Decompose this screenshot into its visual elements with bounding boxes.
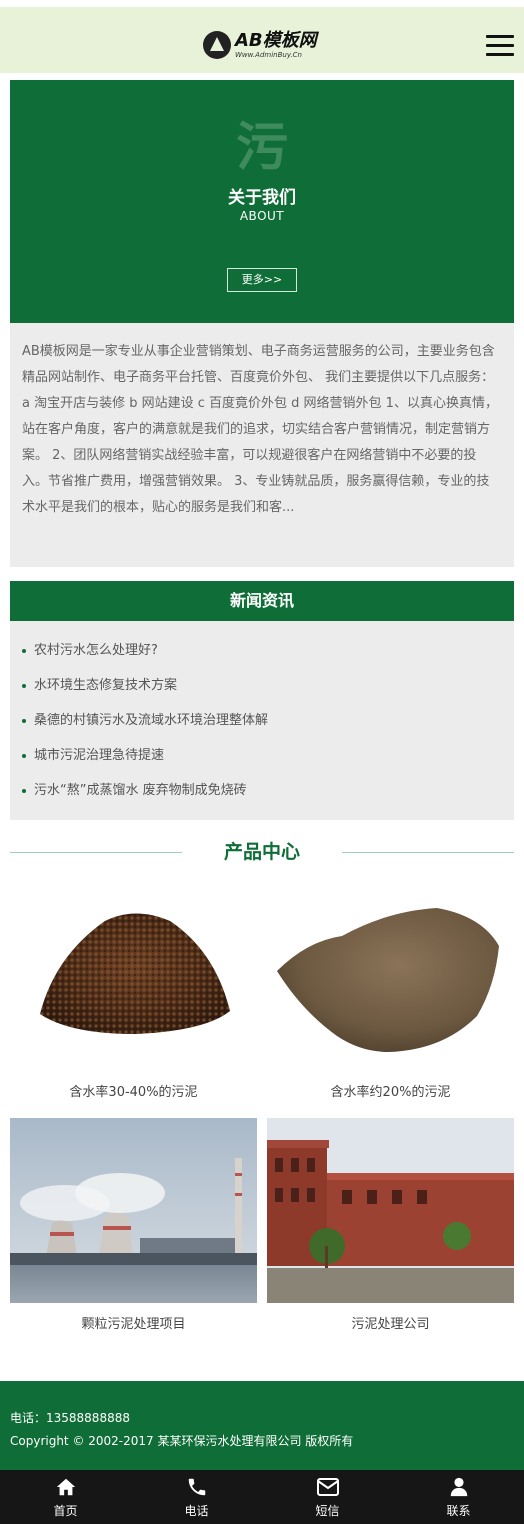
products-title[interactable]: 产品中心 xyxy=(10,837,514,864)
news-list-item[interactable]: 水环境生态修复技术方案 xyxy=(10,668,514,703)
news-item-title: 城市污泥治理急待提速 xyxy=(34,748,165,763)
logo-mark-icon xyxy=(203,31,231,59)
product-image-power-plant xyxy=(10,1118,257,1303)
nav-label: 电话 xyxy=(184,1504,209,1518)
product-card[interactable]: 含水率30-40%的污泥 xyxy=(10,886,257,1100)
news-list-item[interactable]: 城市污泥治理急待提速 xyxy=(10,738,514,773)
nav-item-home[interactable]: 首页 xyxy=(0,1470,131,1524)
menu-bar xyxy=(486,44,514,47)
news-list: 农村污水怎么处理好? 水环境生态修复技术方案 桑德的村镇污水及流域水环境治理整体… xyxy=(10,621,514,820)
about-watermark-char: 污 xyxy=(235,117,288,178)
footer-phone: 电话：13588888888 xyxy=(10,1411,130,1425)
news-item-title: 农村污水怎么处理好? xyxy=(34,643,158,658)
nav-item-contact[interactable]: 联系 xyxy=(393,1470,524,1524)
hamburger-menu-icon[interactable] xyxy=(486,35,514,59)
nav-item-phone[interactable]: 电话 xyxy=(131,1470,262,1524)
nav-label: 联系 xyxy=(446,1504,471,1518)
bottom-nav: 首页 电话 短信 联系 xyxy=(0,1470,524,1524)
logo[interactable]: AB模板网 Www.AdminBuy.Cn xyxy=(203,27,317,63)
phone-icon xyxy=(131,1476,262,1500)
logo-main-text: AB模板网 xyxy=(235,29,317,51)
bullet-icon xyxy=(22,789,26,793)
footer-copyright: Copyright © 2002-2017 某某环保污水处理有限公司 版权所有 xyxy=(10,1434,354,1448)
products-heading: 产品中心 xyxy=(10,835,514,869)
product-card[interactable]: 颗粒污泥处理项目 xyxy=(10,1118,257,1332)
nav-label: 首页 xyxy=(53,1504,78,1518)
about-more-button[interactable]: 更多>> xyxy=(227,268,297,292)
nav-item-sms[interactable]: 短信 xyxy=(262,1470,393,1524)
product-label: 含水率30-40%的污泥 xyxy=(69,1085,198,1100)
logo-sub-text: Www.AdminBuy.Cn xyxy=(235,50,302,59)
about-banner: 污 关于我们 ABOUT 更多>> xyxy=(10,80,514,323)
menu-bar xyxy=(486,53,514,56)
product-card[interactable]: 含水率约20%的污泥 xyxy=(267,886,514,1100)
news-section-title[interactable]: 新闻资讯 xyxy=(10,581,514,621)
menu-bar xyxy=(486,35,514,38)
about-title: 关于我们 xyxy=(228,188,296,208)
home-icon xyxy=(0,1476,131,1500)
about-subtitle: ABOUT xyxy=(239,209,285,223)
product-label: 含水率约20%的污泥 xyxy=(330,1085,451,1100)
top-strip xyxy=(0,0,524,7)
news-item-title: 桑德的村镇污水及流域水环境治理整体解 xyxy=(34,713,269,728)
product-label: 污泥处理公司 xyxy=(351,1317,430,1332)
news-item-title: 污水“熬”成蒸馏水 废弃物制成免烧砖 xyxy=(34,783,247,798)
product-image-sludge-powder xyxy=(267,886,514,1071)
product-label: 颗粒污泥处理项目 xyxy=(81,1317,186,1332)
news-list-item[interactable]: 污水“熬”成蒸馏水 废弃物制成免烧砖 xyxy=(10,773,514,808)
product-image-sludge-granules xyxy=(10,886,257,1071)
about-description: AB模板网是一家专业从事企业营销策划、电子商务运营服务的公司，主要业务包含精品网… xyxy=(10,323,514,567)
footer: 电话：13588888888 Copyright © 2002-2017 某某环… xyxy=(0,1381,524,1470)
user-icon xyxy=(393,1476,524,1500)
bullet-icon xyxy=(22,719,26,723)
product-card[interactable]: 污泥处理公司 xyxy=(267,1118,514,1332)
header: AB模板网 Www.AdminBuy.Cn xyxy=(0,7,524,73)
bullet-icon xyxy=(22,649,26,653)
news-item-title: 水环境生态修复技术方案 xyxy=(34,678,178,693)
news-list-item[interactable]: 农村污水怎么处理好? xyxy=(10,633,514,668)
nav-label: 短信 xyxy=(315,1504,340,1518)
bullet-icon xyxy=(22,684,26,688)
logo-text: AB模板网 Www.AdminBuy.Cn xyxy=(235,29,317,59)
product-image-company-building xyxy=(267,1118,514,1303)
envelope-icon xyxy=(262,1476,393,1500)
bullet-icon xyxy=(22,754,26,758)
news-list-item[interactable]: 桑德的村镇污水及流域水环境治理整体解 xyxy=(10,703,514,738)
